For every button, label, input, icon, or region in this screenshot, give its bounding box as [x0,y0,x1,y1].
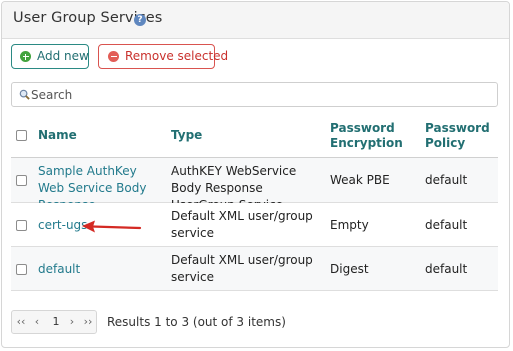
password-policy: default [425,218,468,232]
column-header-password-policy: Password Policy [425,121,490,150]
search-input[interactable] [31,84,471,105]
add-new-button[interactable]: Add new [11,44,89,69]
column-header-type[interactable]: Type [171,128,321,143]
next-page-button[interactable]: › [65,311,79,333]
service-name-link[interactable]: default [38,261,163,278]
table-row: default Default XML user/group service D… [11,247,498,291]
row-checkbox[interactable] [16,264,27,275]
current-page-button[interactable]: 1 [49,311,63,333]
search-icon [19,89,30,100]
panel-header: User Group Services ? [2,2,509,39]
first-page-button[interactable]: ‹‹ [14,311,28,333]
password-encryption: Weak PBE [330,173,390,187]
minus-circle-icon [108,51,119,62]
prev-page-button[interactable]: ‹ [30,311,44,333]
table-row: Sample AuthKey Web Service Body Response… [11,158,498,212]
table-header-row: Name Type Password Encryption Password P… [11,112,498,158]
select-all-checkbox[interactable] [16,130,27,141]
column-header-password-encryption: Password Encryption [330,121,403,150]
column-header-name[interactable]: Name [38,128,163,143]
help-icon[interactable]: ? [134,14,146,26]
password-policy: default [425,173,468,187]
password-policy: default [425,262,468,276]
password-encryption: Digest [330,262,369,276]
add-new-label: Add new [37,49,89,63]
row-checkbox[interactable] [16,175,27,186]
service-type: Default XML user/group service [171,209,313,240]
remove-selected-button[interactable]: Remove selected [98,44,228,69]
password-encryption: Empty [330,218,369,232]
row-checkbox[interactable] [16,220,27,231]
plus-circle-icon [20,51,31,62]
search-box[interactable] [11,82,498,107]
service-type: Default XML user/group service [171,253,313,284]
last-page-button[interactable]: ›› [81,311,95,333]
pagination: ‹‹ ‹ 1 › ›› [11,310,97,334]
annotation-arrow-icon [82,220,142,233]
pagination-info: Results 1 to 3 (out of 3 items) [107,315,286,329]
remove-selected-label: Remove selected [125,49,229,63]
